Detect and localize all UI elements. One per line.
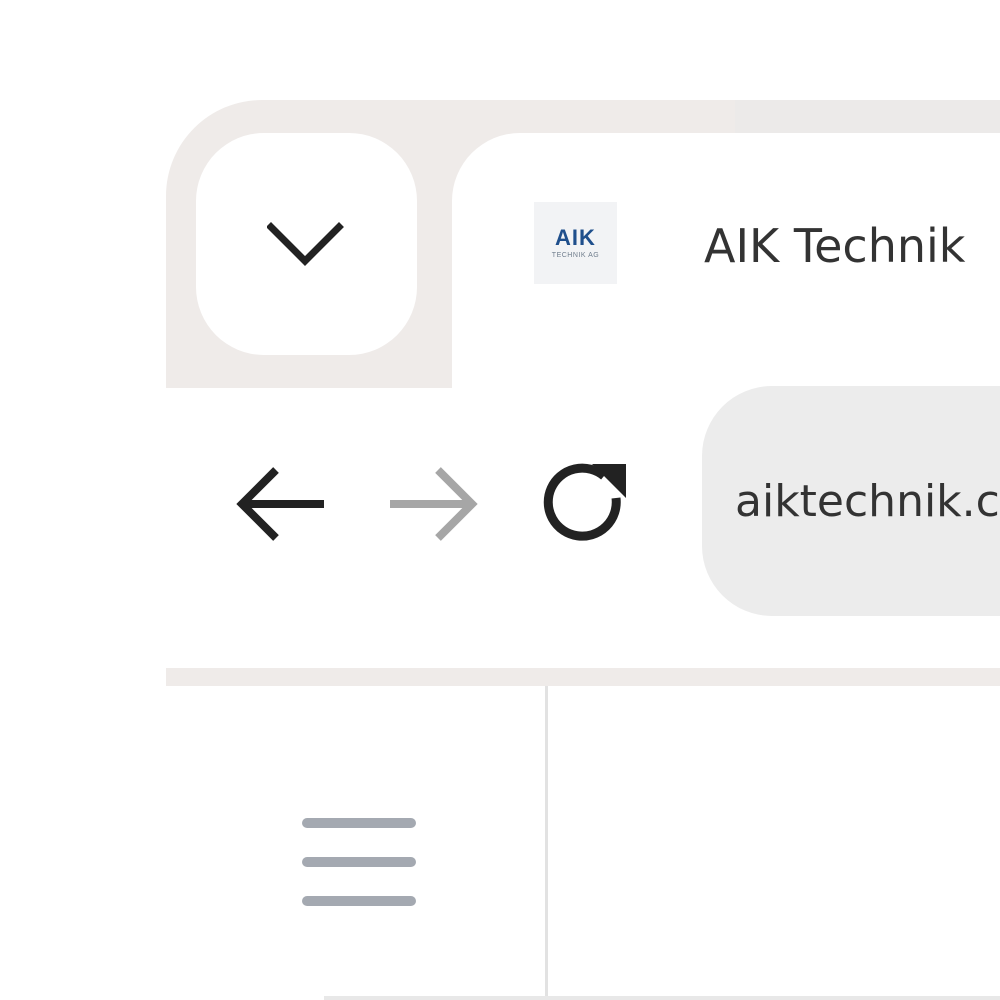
favicon-logo-text: AIK bbox=[555, 224, 596, 250]
tab-title: AIK Technik bbox=[704, 219, 966, 273]
address-bar-url: aiktechnik.c bbox=[735, 476, 1000, 527]
chevron-down-icon bbox=[266, 222, 344, 266]
reload-icon bbox=[543, 463, 626, 541]
hamburger-menu-icon-line bbox=[302, 857, 416, 867]
reload-button[interactable] bbox=[538, 458, 632, 550]
page-content bbox=[548, 686, 1000, 1000]
browser-window: AIK TECHNIK AG AIK Technik aiktechnik.c bbox=[0, 0, 1000, 1000]
hamburger-menu-icon bbox=[302, 818, 416, 828]
arrow-left-icon bbox=[236, 467, 324, 541]
tab-search-dropdown-button[interactable] bbox=[196, 133, 417, 355]
favicon-sub-text: TECHNIK AG bbox=[551, 251, 600, 259]
forward-button[interactable] bbox=[384, 462, 484, 546]
hamburger-menu-icon-line bbox=[302, 896, 416, 906]
tab-favicon: AIK TECHNIK AG bbox=[534, 202, 617, 284]
arrow-right-icon bbox=[390, 467, 478, 541]
back-button[interactable] bbox=[230, 462, 330, 546]
toolbar-divider bbox=[166, 668, 1000, 686]
content-bottom-edge bbox=[324, 996, 1000, 1000]
hamburger-menu-button[interactable] bbox=[298, 812, 420, 912]
